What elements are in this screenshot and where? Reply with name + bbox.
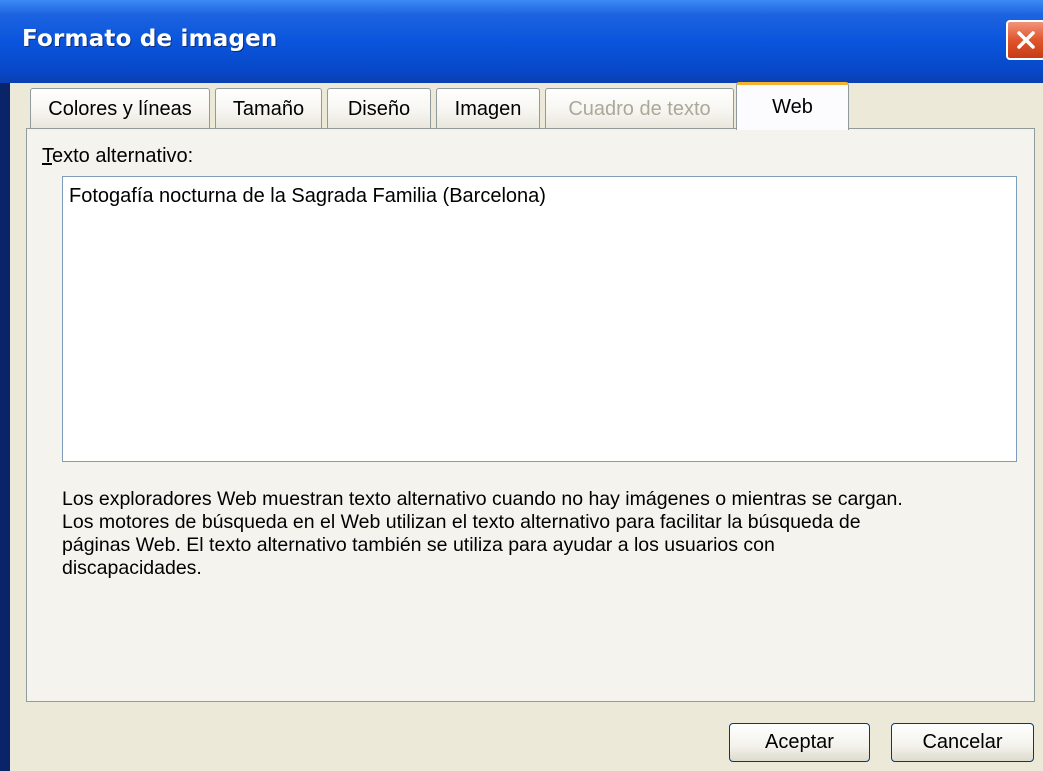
alt-text-label-accelerator: T [42, 145, 52, 167]
description-line: páginas Web. El texto alternativo tambié… [62, 534, 775, 556]
ok-button[interactable]: Aceptar [729, 723, 870, 762]
description-line: Los exploradores Web muestran texto alte… [62, 488, 903, 510]
dialog-title: Formato de imagen [22, 26, 278, 52]
title-bar[interactable]: Formato de imagen [0, 0, 1043, 83]
tab-diseno[interactable]: Diseño [327, 88, 431, 129]
tab-web[interactable]: Web [736, 82, 849, 130]
cancel-button[interactable]: Cancelar [891, 723, 1034, 762]
alt-text-label: Texto alternativo: [42, 145, 193, 168]
close-button[interactable] [1006, 20, 1043, 60]
tab-colores-y-lineas[interactable]: Colores y líneas [30, 88, 210, 129]
close-icon [1017, 31, 1035, 49]
tab-cuadro-de-texto: Cuadro de texto [545, 88, 734, 129]
alt-text-label-rest: exto alternativo: [52, 145, 194, 167]
description-line: discapacidades. [62, 557, 202, 579]
tab-imagen[interactable]: Imagen [436, 88, 540, 129]
tab-tamano[interactable]: Tamaño [215, 88, 322, 129]
description-line: Los motores de búsqueda en el Web utiliz… [62, 511, 861, 533]
alt-text-input[interactable]: Fotogafía nocturna de la Sagrada Familia… [62, 176, 1017, 462]
dialog-window: Formato de imagen Colores y líneas Tamañ… [0, 0, 1043, 771]
alt-text-description: Los exploradores Web muestran texto alte… [62, 488, 1022, 580]
